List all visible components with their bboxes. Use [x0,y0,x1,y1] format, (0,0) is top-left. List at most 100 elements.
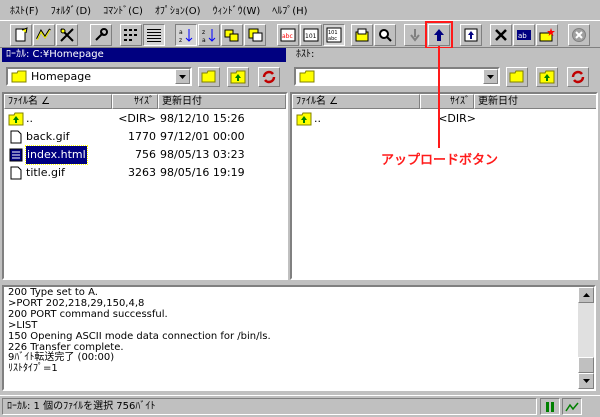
binary-mode-button[interactable]: 101 [300,24,322,46]
rename-button[interactable]: ab [513,24,535,46]
mirror-upload-button[interactable] [460,24,482,46]
mkdir-icon [539,28,555,42]
settings-icon [95,28,108,41]
remote-open-folder-button[interactable] [506,67,528,87]
status-text: ﾛｰｶﾙ: 1 個のﾌｧｲﾙを選択 756ﾊﾞｲﾄ [2,398,537,415]
settings-button[interactable] [90,24,112,46]
table-row[interactable]: .. <DIR> 98/12/10 15:26 [8,110,284,128]
menu-window[interactable]: ｳｨﾝﾄﾞｳ(W) [207,2,267,17]
file-icon [10,166,22,180]
window-icon [248,28,263,42]
toolbar: az za abc 101 101 abc ab [0,20,600,49]
annotation-pointer-line [438,46,440,148]
menu-folder[interactable]: ﾌｫﾙﾀﾞ(D) [45,2,98,17]
sort-desc-button[interactable]: za [198,24,220,46]
svg-text:abc: abc [282,33,293,40]
text-mode-button[interactable]: abc [277,24,299,46]
find-button[interactable] [374,24,396,46]
svg-text:a: a [202,37,206,43]
folder-icon [299,70,315,83]
status-pause-icon [540,398,560,415]
disconnect-icon [60,28,74,42]
upload-button[interactable] [425,21,453,49]
remote-refresh-button[interactable] [567,67,589,87]
open-button[interactable] [351,24,373,46]
remote-file-list[interactable]: ﾌｧｲﾙ名 ∠ ｻｲｽﾞ 更新日付 .. <DIR> [290,92,598,280]
window-button[interactable] [244,24,266,46]
log-line: ﾘｽﾄﾀｲﾌﾟ=1 [8,363,58,375]
mkdir-button[interactable] [536,24,558,46]
delete-icon [495,29,507,41]
table-row[interactable]: .. <DIR> [296,110,596,128]
sort-asc-icon: az [179,29,193,43]
quick-connect-icon [36,28,51,41]
disconnect-button[interactable] [56,24,78,46]
folder-sync-button[interactable] [221,24,243,46]
folder-sync-icon [224,29,239,42]
remote-path-bar [292,64,598,88]
delete-button[interactable] [490,24,512,46]
chevron-down-icon [582,379,590,383]
local-open-folder-button[interactable] [198,67,220,87]
upload-icon [434,29,444,41]
local-path-text: Homepage [31,70,91,83]
svg-text:ab: ab [518,32,527,40]
local-file-list[interactable]: ﾌｧｲﾙ名 ∠ ｻｲｽﾞ 更新日付 .. <DIR> 98/12/10 15:2… [2,92,288,280]
menu-option[interactable]: ｵﾌﾟｼｮﾝ(O) [149,2,207,17]
scroll-thumb[interactable] [578,357,594,373]
menu-host[interactable]: ﾎｽﾄ(F) [4,2,45,17]
file-size: 3263 [128,166,156,179]
local-col-date[interactable]: 更新日付 [158,94,286,109]
connect-icon [15,27,28,42]
download-button[interactable] [404,24,426,46]
file-name: title.gif [26,166,65,179]
stop-button[interactable] [568,24,590,46]
remote-col-name[interactable]: ﾌｧｲﾙ名 ∠ [292,94,420,109]
table-row[interactable]: title.gif 3263 98/05/16 19:19 [8,164,284,182]
file-size: <DIR> [438,112,476,125]
annotation-label: アップロードボタン [381,153,499,168]
chevron-down-icon[interactable] [175,69,190,84]
file-date: 98/12/10 15:26 [160,112,245,125]
remote-up-folder-button[interactable] [536,67,558,87]
list-view-button[interactable] [120,24,142,46]
menu-command[interactable]: ｺﾏﾝﾄﾞ(C) [97,2,149,17]
quick-connect-button[interactable] [33,24,55,46]
file-size: 1770 [128,130,156,143]
local-col-name[interactable]: ﾌｧｲﾙ名 ∠ [4,94,112,109]
local-up-folder-button[interactable] [227,67,249,87]
table-row[interactable]: index.html 756 98/05/13 03:23 [8,145,284,165]
menu-help[interactable]: ﾍﾙﾌﾟ(H) [266,2,313,17]
log-line: >LIST [8,319,38,331]
menu-bar: ﾎｽﾄ(F) ﾌｫﾙﾀﾞ(D) ｺﾏﾝﾄﾞ(C) ｵﾌﾟｼｮﾝ(O) ｳｨﾝﾄﾞ… [0,0,600,18]
local-refresh-button[interactable] [258,67,280,87]
local-col-size[interactable]: ｻｲｽﾞ [112,94,158,109]
connect-button[interactable] [10,24,32,46]
file-name: back.gif [26,130,70,143]
refresh-icon [571,70,585,84]
sort-asc-button[interactable]: az [175,24,197,46]
chevron-down-icon[interactable] [483,69,498,84]
remote-col-date[interactable]: 更新日付 [474,94,596,109]
log-scrollbar[interactable] [578,287,594,389]
file-icon [10,130,22,144]
scroll-up-button[interactable] [578,287,594,303]
scroll-down-button[interactable] [578,373,594,389]
remote-col-size[interactable]: ｻｲｽﾞ [420,94,474,109]
file-size: 756 [135,148,156,161]
auto-mode-button[interactable]: 101 abc [323,24,345,46]
up-folder-icon [230,70,246,84]
chevron-up-icon [582,293,590,297]
detail-view-button[interactable] [143,24,165,46]
text-mode-icon: abc [280,28,296,42]
svg-text:z: z [202,29,205,36]
file-name-selected: index.html [25,145,88,165]
list-view-icon [124,29,137,41]
log-window[interactable]: 200 Type set to A. >PORT 202,218,29,150,… [2,285,596,391]
open-folder-icon [509,70,524,83]
html-file-icon [9,148,23,162]
remote-path-combo[interactable] [294,67,500,86]
table-row[interactable]: back.gif 1770 97/12/01 00:00 [8,128,284,146]
local-path-combo[interactable]: Homepage [6,67,192,86]
status-bar: ﾛｰｶﾙ: 1 個のﾌｧｲﾙを選択 756ﾊﾞｲﾄ [0,395,600,417]
